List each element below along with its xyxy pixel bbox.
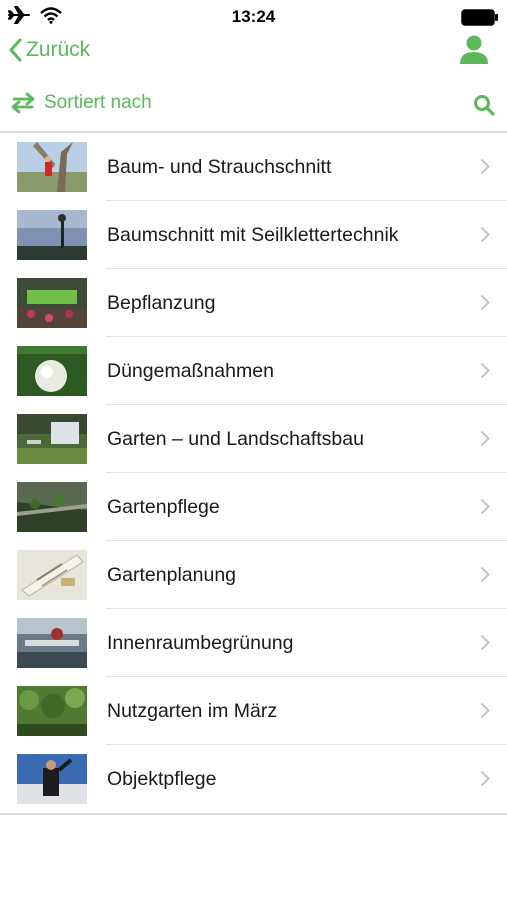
list-item[interactable]: Düngemaßnahmen (0, 337, 507, 405)
status-bar: 13:24 (0, 0, 507, 34)
chevron-right-icon (480, 498, 490, 515)
thumbnail-image (17, 482, 87, 532)
thumbnail-image (17, 346, 87, 396)
chevron-right-icon (480, 430, 490, 447)
category-list: Baum- und Strauchschnitt Baumschnitt mit… (0, 131, 507, 815)
thumbnail-image (17, 210, 87, 260)
swap-arrows-icon (11, 92, 35, 114)
list-item[interactable]: Innenraumbegrünung (0, 609, 507, 677)
user-icon[interactable] (459, 34, 489, 66)
search-icon[interactable] (473, 94, 495, 116)
list-item-label: Düngemaßnahmen (107, 360, 274, 382)
chevron-right-icon (480, 770, 490, 787)
chevron-right-icon (480, 158, 490, 175)
list-item[interactable]: Garten – und Landschaftsbau (0, 405, 507, 473)
back-button[interactable]: Zurück (8, 38, 90, 62)
back-label: Zurück (26, 38, 91, 61)
chevron-right-icon (480, 634, 490, 651)
battery-icon (461, 9, 498, 26)
list-item-label: Nutzgarten im März (107, 700, 278, 722)
chevron-right-icon (480, 362, 490, 379)
thumbnail-image (17, 754, 87, 804)
chevron-right-icon (480, 226, 490, 243)
thumbnail-image (17, 278, 87, 328)
list-item-label: Gartenpflege (107, 496, 220, 518)
nav-bar: Zurück (0, 34, 507, 72)
list-item-label: Gartenplanung (107, 564, 237, 586)
list-item[interactable]: Gartenplanung (0, 541, 507, 609)
thumbnail-image (17, 618, 87, 668)
chevron-right-icon (480, 294, 490, 311)
thumbnail-image (17, 142, 87, 192)
list-item[interactable]: Baum- und Strauchschnitt (0, 133, 507, 201)
chevron-right-icon (480, 566, 490, 583)
list-item[interactable]: Gartenpflege (0, 473, 507, 541)
thumbnail-image (17, 550, 87, 600)
list-item-label: Innenraumbegrünung (107, 632, 294, 654)
sort-bar: Sortiert nach (0, 88, 507, 128)
chevron-right-icon (480, 702, 490, 719)
chevron-left-icon (9, 38, 22, 62)
list-item-label: Objektpflege (107, 768, 217, 790)
list-item-label: Baum- und Strauchschnitt (107, 156, 332, 178)
list-item[interactable]: Objektpflege (0, 745, 507, 813)
list-item[interactable]: Bepflanzung (0, 269, 507, 337)
list-item-label: Bepflanzung (107, 292, 216, 314)
status-time: 13:24 (231, 7, 276, 26)
sort-button[interactable]: Sortiert nach (10, 92, 152, 114)
thumbnail-image (17, 414, 87, 464)
list-item-label: Baumschnitt mit Seilklettertechnik (107, 224, 399, 246)
sort-label: Sortiert nach (44, 92, 152, 113)
thumbnail-image (17, 686, 87, 736)
list-item[interactable]: Baumschnitt mit Seilklettertechnik (0, 201, 507, 269)
list-item-label: Garten – und Landschaftsbau (107, 428, 364, 450)
list-item[interactable]: Nutzgarten im März (0, 677, 507, 745)
